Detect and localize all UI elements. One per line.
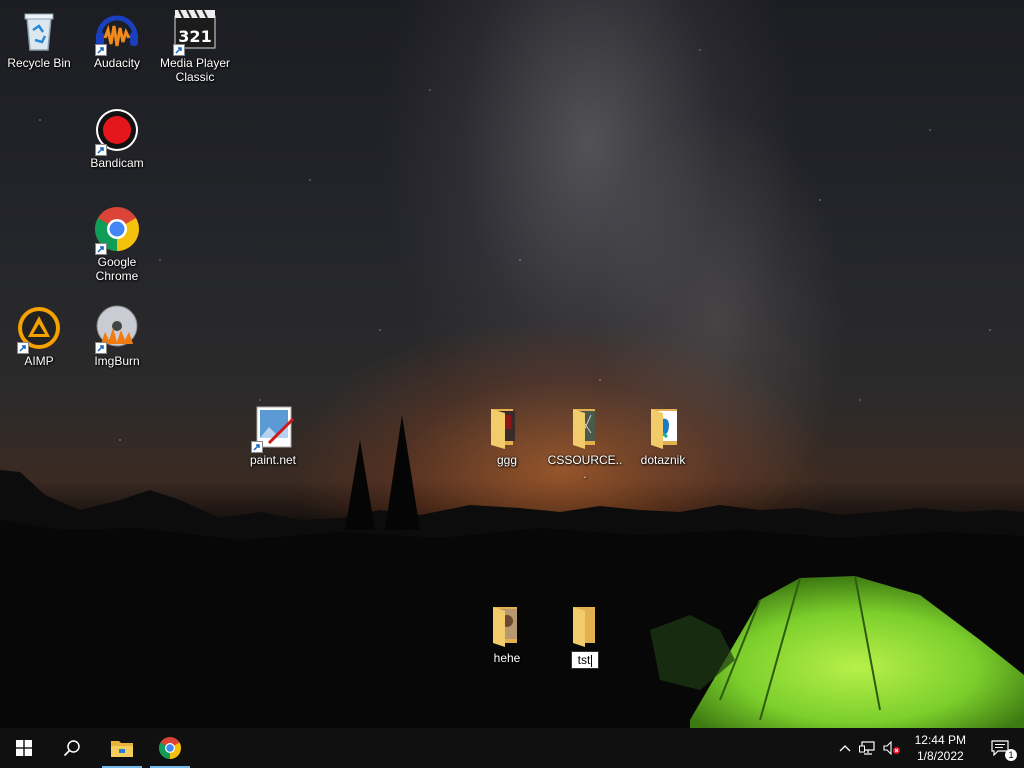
aimp-shortcut[interactable]: AIMP [1, 304, 77, 368]
windows-start-icon [16, 740, 32, 756]
taskbar: 12:44 PM 1/8/2022 1 [0, 728, 1024, 768]
clock-time: 12:44 PM [914, 733, 966, 747]
clock-date: 1/8/2022 [916, 749, 964, 763]
icon-label: Audacity [93, 56, 141, 70]
recycle-bin-icon [24, 13, 54, 51]
folder-icon [573, 607, 595, 647]
taskbar-clock[interactable]: 12:44 PM 1/8/2022 [905, 732, 976, 764]
recycle-bin-shortcut[interactable]: Recycle Bin [1, 6, 77, 70]
icon-label: paint.net [249, 453, 297, 467]
shortcut-arrow-icon [95, 243, 107, 255]
shortcut-arrow-icon [17, 342, 29, 354]
folder-cssource[interactable]: CSSOURCE... [547, 403, 623, 481]
search-icon [63, 740, 80, 757]
icon-label: Recycle Bin [7, 56, 71, 70]
shortcut-arrow-icon [95, 144, 107, 156]
shortcut-arrow-icon [251, 441, 263, 453]
google-chrome-shortcut[interactable]: Google Chrome [79, 205, 155, 283]
network-button[interactable] [855, 728, 879, 768]
taskbar-file-explorer[interactable] [98, 728, 146, 768]
start-button[interactable] [0, 728, 48, 768]
text-caret [591, 654, 593, 667]
chrome-icon [159, 737, 181, 759]
volume-button[interactable] [879, 728, 905, 768]
volume-muted-icon [883, 741, 900, 755]
icon-label: Bandicam [90, 156, 144, 170]
shortcut-arrow-icon [95, 342, 107, 354]
icon-label: ggg [496, 453, 518, 467]
notification-count-badge: 1 [1005, 749, 1017, 761]
icon-label: Google Chrome [95, 255, 139, 283]
icon-label: Media Player Classic [159, 56, 231, 84]
taskbar-google-chrome[interactable] [146, 728, 194, 768]
icon-label: dotaznik [640, 453, 686, 467]
media-player-classic-shortcut[interactable]: 321 Media Player Classic [157, 6, 233, 84]
shortcut-arrow-icon [173, 44, 185, 56]
audacity-shortcut[interactable]: Audacity [79, 6, 155, 70]
file-explorer-icon [111, 741, 133, 757]
network-icon [858, 741, 875, 755]
folder-icon [651, 409, 677, 449]
bandicam-shortcut[interactable]: Bandicam [79, 106, 155, 170]
icon-label: CSSOURCE... [547, 453, 623, 481]
imgburn-shortcut[interactable]: ImgBurn [79, 304, 155, 368]
system-tray: 12:44 PM 1/8/2022 1 [835, 728, 1024, 768]
icon-label: hehe [493, 651, 521, 665]
paint-net-shortcut[interactable]: paint.net [235, 403, 311, 467]
folder-dotaznik[interactable]: dotaznik [625, 403, 701, 467]
folder-icon [573, 409, 595, 449]
icon-label: ImgBurn [94, 354, 140, 368]
folder-ggg[interactable]: ggg [469, 403, 545, 467]
rename-input[interactable]: tst [570, 651, 600, 669]
search-button[interactable] [48, 728, 96, 768]
show-hidden-icons-button[interactable] [835, 728, 855, 768]
shortcut-arrow-icon [95, 44, 107, 56]
folder-icon [493, 607, 517, 647]
chevron-up-icon [839, 745, 851, 752]
folder-hehe[interactable]: hehe [469, 601, 545, 665]
action-center-button[interactable]: 1 [976, 728, 1024, 768]
icon-label: AIMP [24, 354, 54, 368]
folder-tst[interactable]: tst [547, 601, 623, 669]
folder-icon [491, 409, 515, 449]
